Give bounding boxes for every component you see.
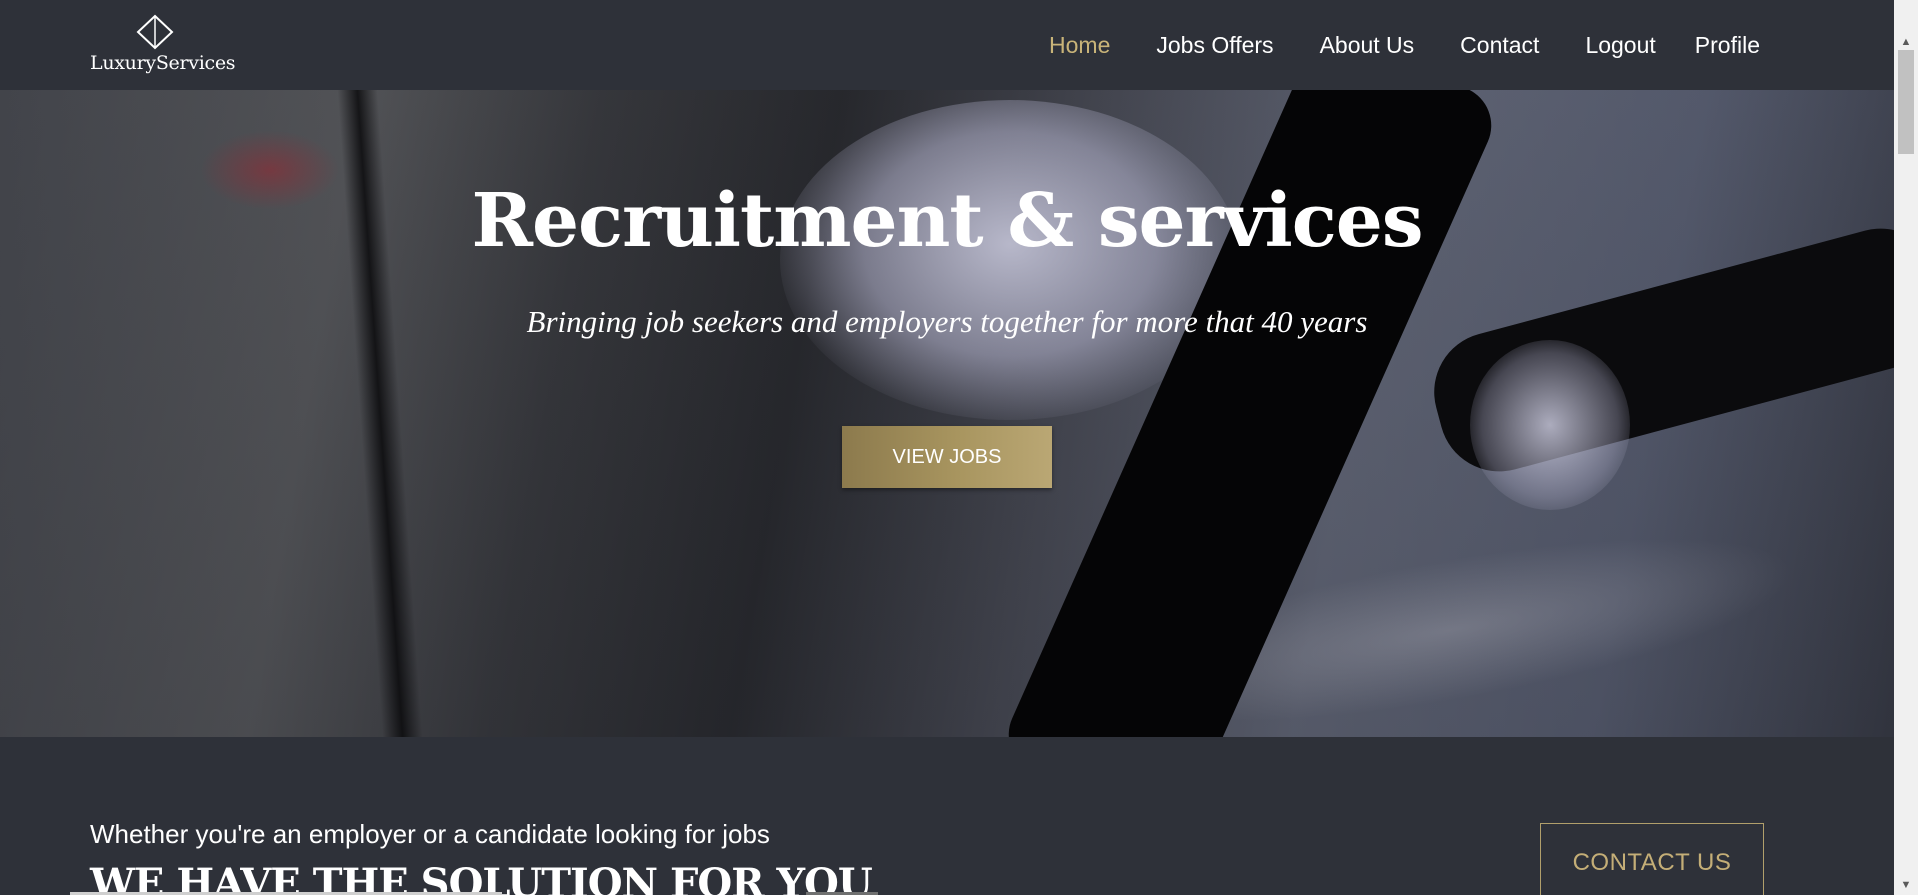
view-jobs-button[interactable]: VIEW JOBS <box>842 426 1052 488</box>
brand-name: LuxuryServices <box>90 52 236 74</box>
cta-lead-text: Whether you're an employer or a candidat… <box>90 819 770 849</box>
contact-us-button[interactable]: CONTACT US <box>1540 823 1764 895</box>
diamond-icon <box>136 14 174 50</box>
scroll-up-arrow-icon[interactable]: ▲ <box>1894 32 1918 52</box>
nav-contact[interactable]: Contact <box>1460 32 1539 59</box>
hero-banner: Recruitment & services Bringing job seek… <box>0 90 1894 737</box>
page: LuxuryServices Home Jobs Offers About Us… <box>0 0 1918 895</box>
nav-home[interactable]: Home <box>1049 32 1110 59</box>
vertical-scrollbar[interactable]: ▲ ▼ <box>1894 0 1918 895</box>
brand-logo[interactable]: LuxuryServices <box>90 14 236 74</box>
cta-section: Whether you're an employer or a candidat… <box>0 737 1894 895</box>
nav-logout[interactable]: Logout <box>1585 32 1655 59</box>
hero-subtitle: Bringing job seekers and employers toget… <box>526 304 1368 339</box>
nav-about-us[interactable]: About Us <box>1320 32 1415 59</box>
nav-profile[interactable]: Profile <box>1695 32 1760 59</box>
cta-heading: WE HAVE THE SOLUTION FOR YOU <box>90 860 873 895</box>
main-nav: Home Jobs Offers About Us Contact Logout… <box>1049 0 1760 90</box>
scrollbar-thumb[interactable] <box>1898 50 1914 154</box>
scroll-down-arrow-icon[interactable]: ▼ <box>1894 875 1918 895</box>
nav-jobs-offers[interactable]: Jobs Offers <box>1156 32 1273 59</box>
hero-title: Recruitment & services <box>471 178 1423 264</box>
navbar: LuxuryServices Home Jobs Offers About Us… <box>0 0 1894 90</box>
